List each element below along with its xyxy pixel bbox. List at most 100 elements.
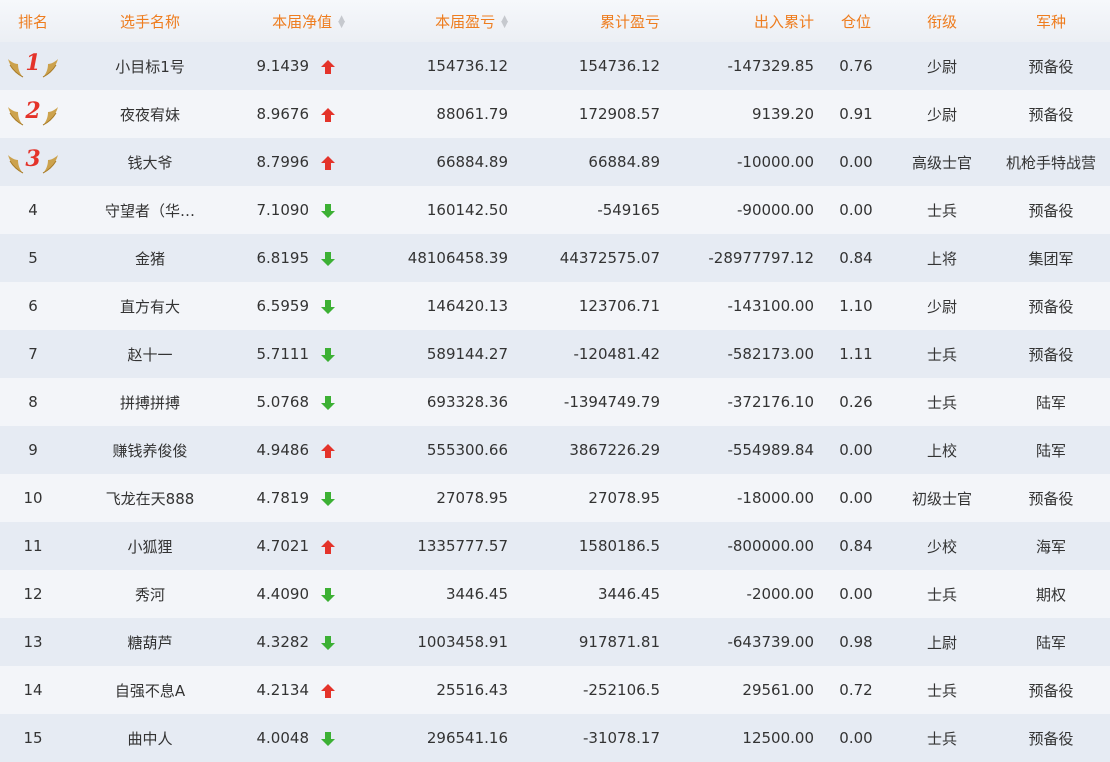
rank-cell: 2 [0,90,66,138]
player-name[interactable]: 金猪 [66,234,234,282]
position-value: 0.91 [839,105,873,123]
player-name[interactable]: 夜夜宥妹 [66,90,234,138]
rank-cell: 1 [0,42,66,90]
arrow-up-icon [315,59,341,74]
nav-value: 8.9676 [256,105,310,123]
player-name[interactable]: 赵十一 [66,330,234,378]
table-row[interactable]: 8 拼搏拼搏 5.0768 693328.36 -1394749.79 -372176.1… [0,378,1110,426]
table-row[interactable]: 4 守望者（华… 7.1090 160142.50 -549165 -90000.00 0.… [0,186,1110,234]
cumulative-pl: 3867226.29 [569,441,660,459]
arrow-up-icon [315,107,341,122]
session-pl: 146420.13 [426,297,508,315]
position-value: 0.00 [839,585,873,603]
nav-cell: 4.7021 [234,522,355,570]
player-name[interactable]: 糖葫芦 [66,618,234,666]
cumulative-pl: 3446.45 [597,585,660,603]
rank-title: 士兵 [926,393,957,412]
rank-title: 士兵 [926,729,957,748]
rank-title: 初级士官 [911,489,972,508]
rank-number: 3 [25,146,41,172]
nav-cell: 8.9676 [234,90,355,138]
player-name[interactable]: 小狐狸 [66,522,234,570]
header-session-pl-label: 本届盈亏 [435,12,496,31]
player-name[interactable]: 曲中人 [66,714,234,762]
rank-title: 少尉 [926,57,957,76]
inout-total: -28977797.12 [708,249,814,267]
cumulative-pl: -31078.17 [583,729,660,747]
cumulative-pl: 172908.57 [578,105,660,123]
player-name[interactable]: 秀河 [66,570,234,618]
nav-cell: 4.3282 [234,618,355,666]
player-name[interactable]: 守望者（华… [66,186,234,234]
nav-value: 4.4090 [256,585,310,603]
position-value: 1.10 [839,297,873,315]
table-row[interactable]: 2 夜夜宥妹 8.9676 88061.79 172908.57 9139.20 0.91 少… [0,90,1110,138]
position-value: 0.00 [839,489,873,507]
nav-cell: 7.1090 [234,186,355,234]
nav-value: 6.8195 [256,249,310,267]
table-row[interactable]: 9 赚钱养俊俊 4.9486 555300.66 3867226.29 -554989.8… [0,426,1110,474]
nav-cell: 6.8195 [234,234,355,282]
branch-value: 预备役 [1028,681,1074,700]
rank-number: 2 [25,98,41,124]
arrow-up-icon [315,155,341,170]
branch-value: 预备役 [1028,57,1074,76]
table-row[interactable]: 11 小狐狸 4.7021 1335777.57 1580186.5 -800000.00… [0,522,1110,570]
table-row[interactable]: 5 金猪 6.8195 48106458.39 44372575.07 -28977797… [0,234,1110,282]
rank-title: 少尉 [926,297,957,316]
position-value: 0.00 [839,153,873,171]
position-value: 1.11 [839,345,873,363]
player-name[interactable]: 钱大爷 [66,138,234,186]
nav-value: 7.1090 [256,201,310,219]
position-value: 0.00 [839,729,873,747]
cumulative-pl: -252106.5 [583,681,660,699]
rank-cell: 4 [28,201,38,219]
table-row[interactable]: 13 糖葫芦 4.3282 1003458.91 917871.81 -643739.00… [0,618,1110,666]
rank-cell: 15 [23,729,43,747]
table-row[interactable]: 12 秀河 4.4090 3446.45 3446.45 -2000.00 0.00 士兵 期权 [0,570,1110,618]
player-name[interactable]: 自强不息A [66,666,234,714]
player-name[interactable]: 赚钱养俊俊 [66,426,234,474]
player-name[interactable]: 拼搏拼搏 [66,378,234,426]
nav-cell: 4.9486 [234,426,355,474]
session-pl: 693328.36 [426,393,508,411]
player-name[interactable]: 小目标1号 [66,42,234,90]
table-row[interactable]: 15 曲中人 4.0048 296541.16 -31078.17 12500.00 0.0… [0,714,1110,762]
session-pl: 3446.45 [445,585,508,603]
header-session-pl[interactable]: 本届盈亏 ▲ ▼ [355,0,510,42]
session-pl: 25516.43 [436,681,508,699]
position-value: 0.98 [839,633,873,651]
inout-total: 9139.20 [751,105,814,123]
rank-cell: 8 [28,393,38,411]
nav-cell: 4.0048 [234,714,355,762]
nav-cell: 9.1439 [234,42,355,90]
rank-title: 少尉 [926,105,957,124]
table-row[interactable]: 7 赵十一 5.7111 589144.27 -120481.42 -582173.00 1… [0,330,1110,378]
sort-updown-icon[interactable]: ▲ ▼ [501,15,508,30]
header-title: 衔级 [926,12,957,31]
header-inout: 出入累计 [753,12,814,31]
rank-title: 士兵 [926,585,957,604]
sort-updown-icon[interactable]: ▲ ▼ [338,15,345,30]
rank-cell: 7 [28,345,38,363]
player-name[interactable]: 直方有大 [66,282,234,330]
cumulative-pl: 154736.12 [578,57,660,75]
nav-cell: 5.0768 [234,378,355,426]
rank-number: 1 [25,50,41,76]
rank-title: 上尉 [926,633,957,652]
branch-value: 预备役 [1028,489,1074,508]
table-row[interactable]: 10 飞龙在天888 4.7819 27078.95 27078.95 -18000.00… [0,474,1110,522]
branch-value: 预备役 [1028,345,1074,364]
table-row[interactable]: 3 钱大爷 8.7996 66884.89 66884.89 -10000.00 0.00 高… [0,138,1110,186]
table-row[interactable]: 1 小目标1号 9.1439 154736.12 154736.12 -147329.85… [0,42,1110,90]
player-name[interactable]: 飞龙在天888 [66,474,234,522]
inout-total: -372176.10 [727,393,814,411]
nav-value: 4.7819 [256,489,310,507]
rank-cell: 13 [23,633,43,651]
branch-value: 预备役 [1028,729,1074,748]
header-nav[interactable]: 本届净值 ▲ ▼ [234,0,355,42]
session-pl: 88061.79 [436,105,508,123]
table-row[interactable]: 14 自强不息A 4.2134 25516.43 -252106.5 29561.00 0.… [0,666,1110,714]
arrow-down-icon [315,251,341,266]
table-row[interactable]: 6 直方有大 6.5959 146420.13 123706.71 -143100.00 1… [0,282,1110,330]
